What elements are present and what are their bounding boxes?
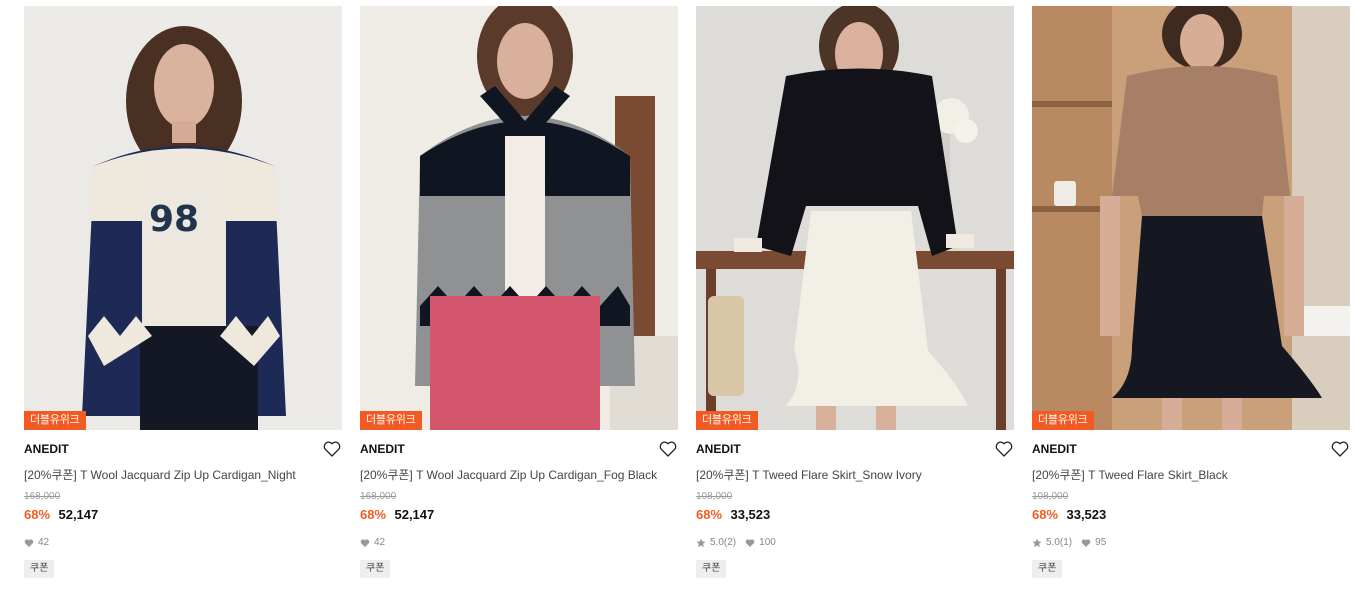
small-heart-icon xyxy=(360,538,370,548)
brand-row: ANEDIT xyxy=(360,436,678,462)
product-meta: 5.0 (2) 100 xyxy=(696,536,1014,550)
svg-text:98: 98 xyxy=(149,199,199,240)
product-photo-skirt-snow-ivory xyxy=(696,6,1014,430)
product-photo-skirt-black xyxy=(1032,6,1350,430)
price-row: 68% 33,523 xyxy=(696,506,1014,524)
review-count: (1) xyxy=(1059,537,1073,548)
coupon-tag: 쿠폰 xyxy=(24,560,55,578)
review-count: (2) xyxy=(723,537,737,548)
brand-row: ANEDIT xyxy=(696,436,1014,462)
event-badge: 더블유위크 xyxy=(696,411,758,430)
likes-group: 100 xyxy=(745,536,776,550)
rating-group: 5.0 (2) xyxy=(696,536,736,550)
likes-group: 42 xyxy=(360,536,385,550)
likes-count: 95 xyxy=(1095,537,1107,548)
product-card[interactable]: 더블유위크 ANEDIT [20%쿠폰] T Tweed Flare Skirt… xyxy=(1032,6,1350,578)
product-image[interactable]: 98 더블유위크 xyxy=(24,6,342,430)
wishlist-heart-icon[interactable] xyxy=(658,439,678,459)
event-badge: 더블유위크 xyxy=(1032,411,1094,430)
likes-count: 42 xyxy=(38,537,50,548)
product-photo-cardigan-night: 98 xyxy=(24,6,342,430)
price-row: 68% 52,147 xyxy=(24,506,342,524)
wishlist-heart-icon[interactable] xyxy=(994,439,1014,459)
coupon-tag: 쿠폰 xyxy=(1032,560,1063,578)
original-price: 108,000 xyxy=(696,491,733,502)
coupon-tag: 쿠폰 xyxy=(696,560,727,578)
discount-rate: 68% xyxy=(696,507,723,522)
brand-name[interactable]: ANEDIT xyxy=(360,442,405,456)
price-row: 68% 52,147 xyxy=(360,506,678,524)
product-image[interactable]: 더블유위크 xyxy=(1032,6,1350,430)
sale-price: 52,147 xyxy=(58,507,99,522)
brand-name[interactable]: ANEDIT xyxy=(1032,442,1077,456)
original-price: 168,000 xyxy=(360,491,397,502)
wishlist-heart-icon[interactable] xyxy=(322,439,342,459)
product-meta: 42 xyxy=(24,536,342,550)
product-title[interactable]: [20%쿠폰] T Wool Jacquard Zip Up Cardigan_… xyxy=(24,467,342,483)
small-heart-icon xyxy=(745,538,755,548)
brand-row: ANEDIT xyxy=(24,436,342,462)
product-title[interactable]: [20%쿠폰] T Wool Jacquard Zip Up Cardigan_… xyxy=(360,467,678,483)
product-image[interactable]: 더블유위크 xyxy=(360,6,678,430)
product-title[interactable]: [20%쿠폰] T Tweed Flare Skirt_Snow Ivory xyxy=(696,467,1014,483)
brand-row: ANEDIT xyxy=(1032,436,1350,462)
product-photo-cardigan-fog-black xyxy=(360,6,678,430)
product-card[interactable]: 더블유위크 ANEDIT [20%쿠폰] T Wool Jacquard Zip… xyxy=(360,6,678,578)
product-meta: 5.0 (1) 95 xyxy=(1032,536,1350,550)
star-icon xyxy=(696,538,706,548)
sale-price: 33,523 xyxy=(1066,507,1107,522)
original-price: 168,000 xyxy=(24,491,61,502)
coupon-tag: 쿠폰 xyxy=(360,560,391,578)
discount-rate: 68% xyxy=(1032,507,1059,522)
brand-name[interactable]: ANEDIT xyxy=(696,442,741,456)
product-image[interactable]: 더블유위크 xyxy=(696,6,1014,430)
wishlist-heart-icon[interactable] xyxy=(1330,439,1350,459)
sale-price: 52,147 xyxy=(394,507,435,522)
price-row: 68% 33,523 xyxy=(1032,506,1350,524)
discount-rate: 68% xyxy=(360,507,387,522)
brand-name[interactable]: ANEDIT xyxy=(24,442,69,456)
likes-group: 95 xyxy=(1081,536,1106,550)
event-badge: 더블유위크 xyxy=(24,411,86,430)
product-card[interactable]: 98 더블유위크 ANEDIT [20%쿠폰] T Wool Jacquard … xyxy=(24,6,342,578)
sale-price: 33,523 xyxy=(730,507,771,522)
event-badge: 더블유위크 xyxy=(360,411,422,430)
product-title[interactable]: [20%쿠폰] T Tweed Flare Skirt_Black xyxy=(1032,467,1350,483)
likes-count: 100 xyxy=(759,537,776,548)
product-grid: 98 더블유위크 ANEDIT [20%쿠폰] T Wool Jacquard … xyxy=(0,0,1355,600)
product-card[interactable]: 더블유위크 ANEDIT [20%쿠폰] T Tweed Flare Skirt… xyxy=(696,6,1014,578)
likes-count: 42 xyxy=(374,537,386,548)
star-icon xyxy=(1032,538,1042,548)
likes-group: 42 xyxy=(24,536,49,550)
small-heart-icon xyxy=(1081,538,1091,548)
small-heart-icon xyxy=(24,538,34,548)
original-price: 108,000 xyxy=(1032,491,1069,502)
product-meta: 42 xyxy=(360,536,678,550)
rating-value: 5.0 xyxy=(710,537,724,548)
discount-rate: 68% xyxy=(24,507,51,522)
rating-group: 5.0 (1) xyxy=(1032,536,1072,550)
rating-value: 5.0 xyxy=(1046,537,1060,548)
